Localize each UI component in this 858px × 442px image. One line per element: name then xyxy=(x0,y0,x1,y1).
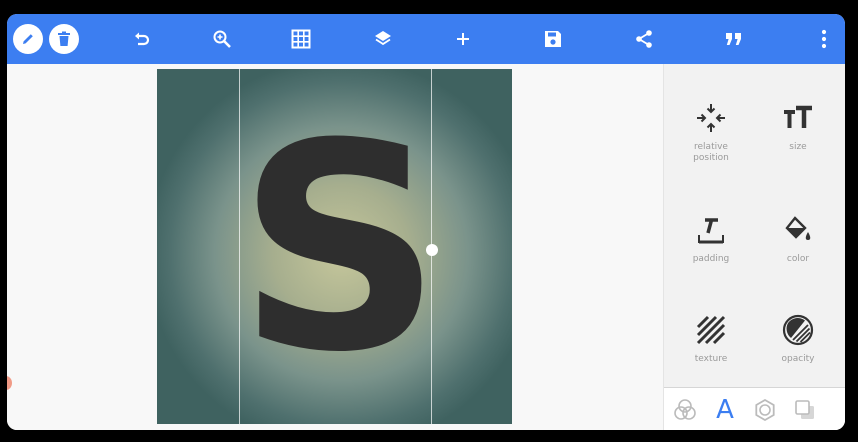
zoom-in-icon xyxy=(213,30,231,48)
stroke-icon xyxy=(755,398,775,421)
tool-label: opacity xyxy=(781,354,815,364)
panel-tab-bar: A xyxy=(664,387,845,430)
quote-icon xyxy=(726,33,741,45)
add-button[interactable] xyxy=(448,14,478,64)
canvas-area[interactable]: S xyxy=(7,64,663,430)
tool-label: texture xyxy=(694,354,728,364)
text-tab-icon: A xyxy=(716,394,734,425)
texture-icon xyxy=(696,315,726,345)
layers-icon xyxy=(375,31,391,46)
paint-bucket-icon xyxy=(785,216,811,240)
opacity-icon xyxy=(782,314,814,346)
left-guide-line xyxy=(239,69,240,424)
share-icon xyxy=(636,30,652,48)
tab-stroke[interactable] xyxy=(745,388,785,430)
tool-texture[interactable]: texture xyxy=(666,310,756,365)
grid-icon xyxy=(291,29,311,49)
tool-label: padding xyxy=(692,254,730,264)
grid-button[interactable] xyxy=(286,14,316,64)
more-icon xyxy=(821,29,827,49)
canvas-text[interactable]: S xyxy=(237,79,442,419)
trash-icon xyxy=(49,24,79,54)
save-icon xyxy=(545,31,561,47)
canvas-image[interactable]: S xyxy=(157,69,512,424)
pencil-icon xyxy=(13,24,43,54)
undo-icon xyxy=(135,32,150,46)
add-icon xyxy=(457,33,469,45)
padding-icon xyxy=(698,218,724,244)
zoom-in-button[interactable] xyxy=(207,14,237,64)
top-toolbar xyxy=(7,14,845,64)
relative-position-icon xyxy=(697,104,725,132)
tool-size[interactable]: size xyxy=(753,98,843,153)
tool-label: color xyxy=(786,254,810,264)
tool-label: relative position xyxy=(693,142,729,163)
share-button[interactable] xyxy=(629,14,659,64)
text-size-icon xyxy=(784,105,812,128)
app-screen: S relative position size padding color t… xyxy=(7,14,845,430)
resize-handle[interactable] xyxy=(426,244,438,256)
quote-button[interactable] xyxy=(719,14,749,64)
tool-label: size xyxy=(789,142,807,152)
edge-indicator[interactable] xyxy=(7,376,12,390)
text-tools-panel: relative position size padding color tex… xyxy=(663,64,845,430)
tool-padding[interactable]: padding xyxy=(666,210,756,265)
shadow-icon xyxy=(795,399,814,419)
tool-opacity[interactable]: opacity xyxy=(753,310,843,365)
tab-text[interactable]: A xyxy=(705,388,745,430)
more-button[interactable] xyxy=(809,14,839,64)
pencil-button[interactable] xyxy=(13,14,43,64)
undo-button[interactable] xyxy=(127,14,157,64)
layers-button[interactable] xyxy=(368,14,398,64)
tool-relative-position[interactable]: relative position xyxy=(666,98,756,164)
delete-button[interactable] xyxy=(49,14,79,64)
blend-icon xyxy=(674,398,696,420)
tool-color[interactable]: color xyxy=(753,210,843,265)
tab-blend[interactable] xyxy=(665,388,705,430)
tab-shadow[interactable] xyxy=(785,388,825,430)
save-button[interactable] xyxy=(538,14,568,64)
